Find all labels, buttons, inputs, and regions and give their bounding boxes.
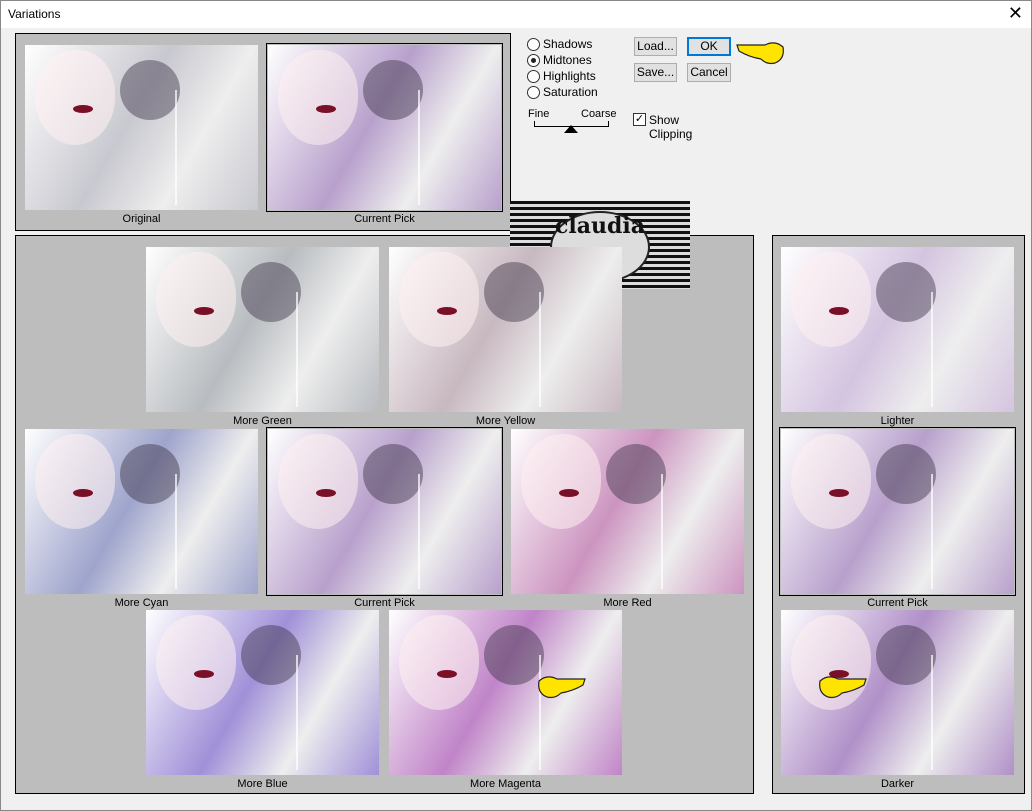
top-current-pick-thumbnail[interactable] xyxy=(266,43,503,212)
radio-saturation[interactable] xyxy=(527,86,540,99)
radio-label-highlights: Highlights xyxy=(543,69,596,83)
pointing-hand-icon xyxy=(735,37,784,65)
slider-thumb[interactable] xyxy=(564,125,578,133)
variations-dialog: Variations ✕ claudia Shadows Midtones High… xyxy=(0,0,1032,811)
brightness-lighter-label: Lighter xyxy=(880,415,915,427)
window-title: Variations xyxy=(8,7,61,21)
brightness-current-pick-label: Current Pick xyxy=(867,597,928,609)
brightness-lighter-thumbnail[interactable] xyxy=(781,247,1014,412)
brightness-darker-label: Darker xyxy=(880,778,914,790)
more-yellow-label: More Yellow xyxy=(475,415,536,427)
current-pick-thumbnail[interactable] xyxy=(266,427,503,596)
more-yellow-thumbnail[interactable] xyxy=(389,247,622,412)
cancel-button[interactable]: Cancel xyxy=(687,63,731,82)
title-bar: Variations ✕ xyxy=(1,1,1031,28)
pointing-hand-icon xyxy=(818,671,867,699)
more-magenta-label: More Magenta xyxy=(470,778,541,790)
brightness-current-pick-thumbnail[interactable] xyxy=(779,427,1016,596)
radio-label-shadows: Shadows xyxy=(543,37,593,51)
more-cyan-thumbnail[interactable] xyxy=(25,429,258,594)
original-label: Original xyxy=(122,213,161,225)
coarse-label: Coarse xyxy=(581,108,617,120)
more-red-label: More Red xyxy=(603,597,652,609)
load-button[interactable]: Load... xyxy=(634,37,677,56)
radio-midtones[interactable] xyxy=(527,54,540,67)
more-cyan-label: More Cyan xyxy=(114,597,169,609)
save-button[interactable]: Save... xyxy=(634,63,677,82)
more-green-label: More Green xyxy=(233,415,292,427)
radio-shadows[interactable] xyxy=(527,38,540,51)
brightness-darker-thumbnail[interactable] xyxy=(781,610,1014,775)
radio-label-saturation: Saturation xyxy=(543,85,598,99)
show-clipping-label: Show Clipping xyxy=(649,113,693,141)
more-green-thumbnail[interactable] xyxy=(146,247,379,412)
radio-highlights[interactable] xyxy=(527,70,540,83)
current-pick-label: Current Pick xyxy=(354,597,415,609)
ok-button[interactable]: OK xyxy=(687,37,731,56)
pointing-hand-icon xyxy=(537,671,586,699)
top-current-pick-label: Current Pick xyxy=(354,213,415,225)
radio-label-midtones: Midtones xyxy=(543,53,592,67)
original-thumbnail[interactable] xyxy=(25,45,258,210)
show-clipping-checkbox[interactable]: ✓ xyxy=(633,113,646,126)
more-blue-thumbnail[interactable] xyxy=(146,610,379,775)
more-red-thumbnail[interactable] xyxy=(511,429,744,594)
more-magenta-thumbnail[interactable] xyxy=(389,610,622,775)
close-icon[interactable]: ✕ xyxy=(1008,3,1023,24)
fine-label: Fine xyxy=(528,108,550,120)
more-blue-label: More Blue xyxy=(237,778,288,790)
